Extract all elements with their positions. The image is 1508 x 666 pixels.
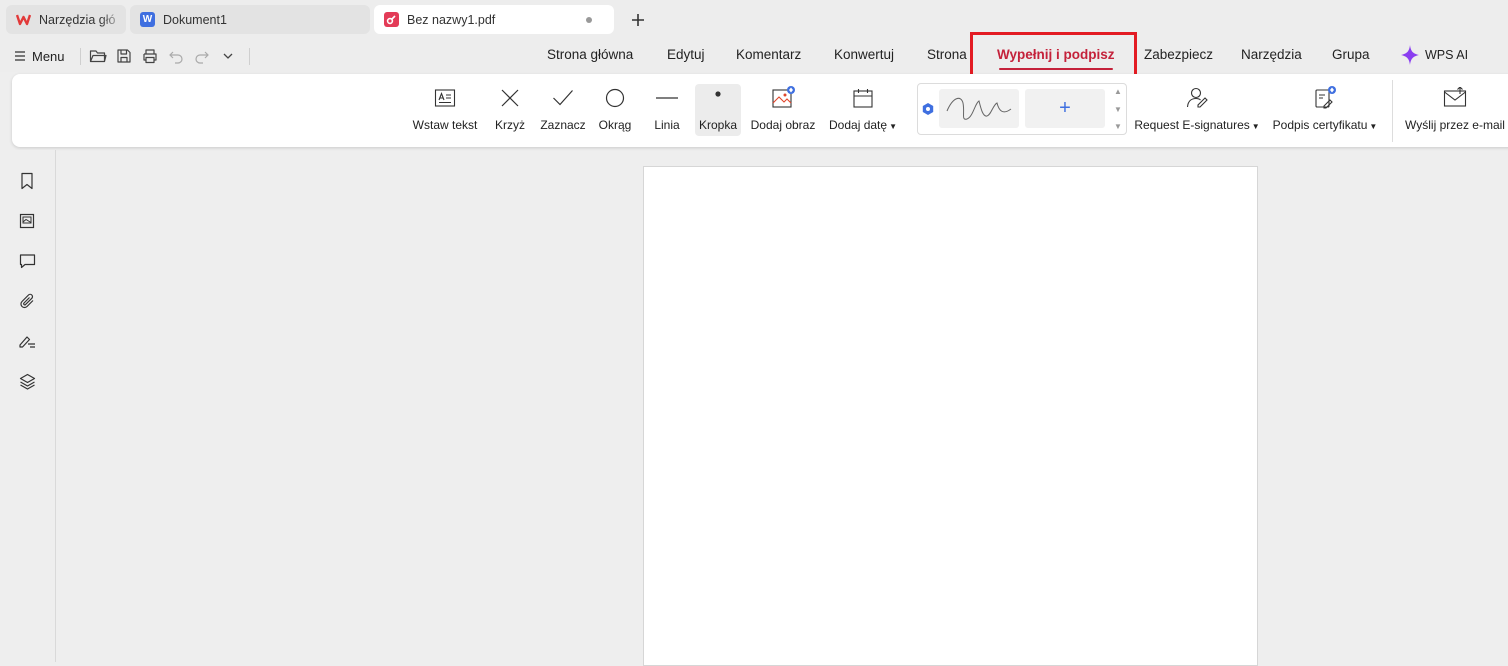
tab-strona[interactable]: Strona: [927, 47, 967, 67]
tool-label: Okrąg: [598, 118, 632, 132]
request-esignatures-button[interactable]: Request E-signatures ▼: [1134, 84, 1260, 136]
layers-icon[interactable]: [17, 371, 37, 391]
tab-konwertuj[interactable]: Konwertuj: [834, 47, 894, 67]
tool-label: Krzyż: [495, 118, 525, 132]
ribbon-toolbar: Wstaw tekst Krzyż Zaznacz Okrąg Linia Kr…: [12, 74, 1508, 147]
print-icon[interactable]: [140, 46, 160, 66]
calendar-icon: [853, 89, 873, 108]
insert-text-icon: [434, 89, 456, 107]
tool-label: Podpis certyfikatu ▼: [1272, 118, 1378, 132]
chevron-down-icon: ▼: [1251, 122, 1260, 131]
tab-pdf[interactable]: Bez nazwy1.pdf: [374, 5, 614, 34]
tool-label: Request E-signatures ▼: [1134, 118, 1260, 132]
tab-strona-glowna[interactable]: Strona główna: [547, 47, 633, 67]
tab-label: Bez nazwy1.pdf: [407, 12, 496, 27]
tab-narzedzia[interactable]: Narzędzia: [1241, 47, 1302, 67]
menu-row: Menu Strona główna Edytuj Komentarz Konw…: [0, 40, 1508, 72]
signature-gallery: + ▲ ▼ ▼: [917, 83, 1127, 135]
left-sidebar: [0, 150, 56, 662]
pdf-doc-icon: [384, 12, 399, 27]
add-date-button[interactable]: Dodaj datę ▼: [828, 84, 898, 136]
dot-icon: [715, 91, 721, 97]
wps-logo-icon: [16, 12, 31, 27]
certificate-sign-icon: [1315, 86, 1336, 109]
circle-button[interactable]: Okrąg: [597, 84, 633, 136]
add-image-button[interactable]: Dodaj obraz: [750, 84, 816, 136]
dot-button[interactable]: Kropka: [695, 84, 741, 136]
insert-text-button[interactable]: Wstaw tekst: [410, 84, 480, 136]
check-button[interactable]: Zaznacz: [540, 84, 586, 136]
chevron-down-icon[interactable]: ▼: [1114, 105, 1122, 114]
email-send-icon: [1443, 87, 1467, 107]
chevron-down-icon[interactable]: [218, 46, 238, 66]
divider: [249, 48, 250, 65]
undo-icon[interactable]: [166, 46, 186, 66]
cross-icon: [501, 89, 519, 107]
tab-bar: Narzędzia głó W Dokument1 Bez nazwy1.pdf: [0, 0, 1508, 40]
pdf-page[interactable]: [643, 166, 1258, 666]
comment-icon[interactable]: [17, 251, 37, 271]
certificate-signature-button[interactable]: Podpis certyfikatu ▼: [1272, 84, 1378, 136]
chevron-down-icon: ▼: [1369, 122, 1378, 131]
tool-label: Linia: [654, 118, 680, 132]
open-folder-icon[interactable]: [88, 46, 108, 66]
sign-edit-icon[interactable]: [17, 331, 37, 351]
expand-icon[interactable]: ▼: [1114, 122, 1122, 131]
check-icon: [553, 90, 573, 106]
highlight-box: [970, 32, 1137, 79]
line-icon: [656, 97, 678, 99]
tool-label: Dodaj obraz: [750, 118, 816, 132]
attachment-icon[interactable]: [17, 291, 37, 311]
tool-label: Wyślij przez e-mail: [1405, 118, 1505, 132]
divider: [80, 48, 81, 65]
hamburger-icon: [15, 51, 25, 61]
chevron-down-icon: ▼: [889, 122, 897, 131]
wps-ai-button[interactable]: WPS AI: [1401, 44, 1468, 66]
line-button[interactable]: Linia: [649, 84, 685, 136]
premium-badge-icon: [922, 103, 934, 115]
thumbnails-icon[interactable]: [17, 211, 37, 231]
tab-label: Dokument1: [163, 12, 227, 27]
person-sign-icon: [1186, 87, 1208, 108]
redo-icon[interactable]: [192, 46, 212, 66]
save-icon[interactable]: [114, 46, 134, 66]
bookmark-icon[interactable]: [17, 171, 37, 191]
tool-label: Kropka: [698, 118, 738, 132]
tab-zabezpiecz[interactable]: Zabezpiecz: [1144, 47, 1213, 67]
signature-preview[interactable]: [939, 89, 1019, 128]
new-tab-button[interactable]: [627, 9, 649, 31]
send-email-button[interactable]: Wyślij przez e-mail: [1405, 84, 1505, 136]
divider: [1392, 80, 1393, 142]
signature-scribble-icon: [946, 97, 1012, 120]
menu-label: Menu: [32, 48, 65, 64]
writer-doc-icon: W: [140, 12, 155, 27]
tab-edytuj[interactable]: Edytuj: [667, 47, 705, 67]
circle-icon: [605, 88, 625, 108]
tool-label: Dodaj datę ▼: [829, 118, 897, 132]
gallery-scroll[interactable]: ▲ ▼ ▼: [1112, 87, 1124, 131]
tab-komentarz[interactable]: Komentarz: [736, 47, 801, 67]
add-image-icon: [772, 86, 795, 108]
tab-tools[interactable]: Narzędzia głó: [6, 5, 126, 34]
wps-ai-label: WPS AI: [1425, 48, 1469, 62]
cross-button[interactable]: Krzyż: [492, 84, 528, 136]
tab-grupa[interactable]: Grupa: [1332, 47, 1370, 67]
tab-document[interactable]: W Dokument1: [130, 5, 370, 34]
unsaved-dot-icon[interactable]: [586, 17, 592, 23]
add-signature-button[interactable]: +: [1025, 89, 1105, 128]
tool-label: Wstaw tekst: [412, 118, 478, 132]
sparkle-icon: [1401, 45, 1419, 65]
tool-label: Zaznacz: [540, 118, 586, 132]
chevron-up-icon[interactable]: ▲: [1114, 87, 1122, 96]
menu-button[interactable]: Menu: [14, 46, 65, 66]
